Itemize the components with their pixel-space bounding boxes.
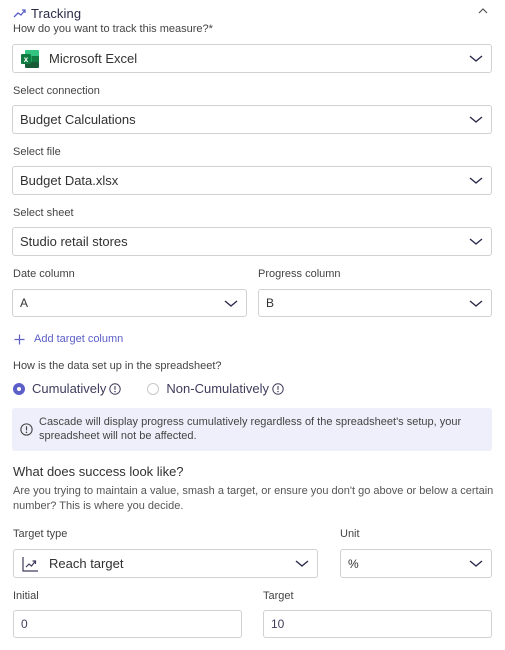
chevron-down-icon [469, 299, 483, 307]
sheet-value: Studio retail stores [20, 234, 128, 249]
radio-label: Non-Cumulatively [166, 381, 270, 396]
section-title: Tracking [31, 5, 82, 21]
progress-column-select[interactable]: B [258, 289, 492, 317]
date-column-select[interactable]: A [12, 289, 247, 317]
tracking-method-value: Microsoft Excel [49, 51, 138, 66]
tracking-method-label: How do you want to track this measure?* [13, 23, 213, 35]
trending-up-icon [13, 9, 26, 18]
radio-button-unselected[interactable] [147, 382, 160, 395]
file-select[interactable]: Budget Data.xlsx [12, 166, 492, 195]
progress-column-label: Progress column [258, 268, 341, 280]
chevron-down-icon [295, 560, 309, 567]
target-input[interactable]: 10 [263, 610, 492, 638]
data-setup-radio-group: Cumulatively Non-Cumulatively [13, 381, 284, 396]
unit-label: Unit [340, 528, 360, 540]
file-value: Budget Data.xlsx [20, 173, 119, 188]
date-column-value: A [20, 296, 29, 310]
info-banner-text: Cascade will display progress cumulative… [39, 416, 462, 442]
chevron-down-icon [469, 55, 483, 62]
target-value: 10 [271, 617, 285, 631]
initial-value: 0 [21, 617, 28, 631]
info-icon[interactable] [272, 382, 284, 395]
plus-icon [14, 334, 25, 344]
reach-target-icon [22, 556, 38, 572]
connection-select[interactable]: Budget Calculations [12, 105, 492, 134]
data-setup-label: How is the data set up in the spreadshee… [13, 360, 222, 372]
chevron-down-icon [469, 238, 483, 245]
progress-column-value: B [266, 296, 275, 310]
connection-value: Budget Calculations [20, 112, 136, 127]
sheet-select[interactable]: Studio retail stores [12, 227, 492, 256]
target-label: Target [263, 590, 294, 602]
chevron-up-icon[interactable] [477, 5, 489, 17]
radio-cumulatively[interactable]: Cumulatively [13, 381, 122, 396]
radio-label: Cumulatively [32, 381, 107, 396]
sheet-label: Select sheet [13, 207, 74, 219]
chevron-down-icon [469, 560, 483, 567]
info-banner: Cascade will display progress cumulative… [12, 408, 492, 451]
radio-non-cumulatively[interactable]: Non-Cumulatively [147, 381, 284, 396]
unit-select[interactable]: % [340, 549, 492, 578]
chevron-down-icon [469, 177, 483, 184]
excel-icon: x [21, 49, 39, 68]
target-type-label: Target type [13, 528, 68, 540]
connection-label: Select connection [13, 85, 100, 97]
success-heading: What does success look like? [13, 464, 184, 479]
target-type-select[interactable]: Reach target [13, 549, 318, 578]
tracking-method-select[interactable]: x Microsoft Excel [12, 44, 492, 73]
initial-label: Initial [13, 590, 39, 602]
add-target-column-label: Add target column [34, 333, 124, 345]
success-description: Are you trying to maintain a value, smas… [13, 485, 494, 512]
info-icon[interactable] [109, 382, 122, 395]
file-label: Select file [13, 146, 61, 158]
target-type-value: Reach target [49, 556, 124, 571]
add-target-column-button[interactable]: Add target column [14, 333, 123, 345]
radio-button-selected[interactable] [13, 382, 25, 395]
date-column-label: Date column [13, 268, 75, 280]
initial-input[interactable]: 0 [13, 610, 242, 638]
unit-value: % [348, 556, 359, 571]
section-header: Tracking [13, 4, 81, 22]
info-icon [20, 423, 33, 436]
chevron-down-icon [469, 116, 483, 123]
svg-text:x: x [24, 55, 29, 64]
chevron-down-icon [224, 299, 238, 307]
